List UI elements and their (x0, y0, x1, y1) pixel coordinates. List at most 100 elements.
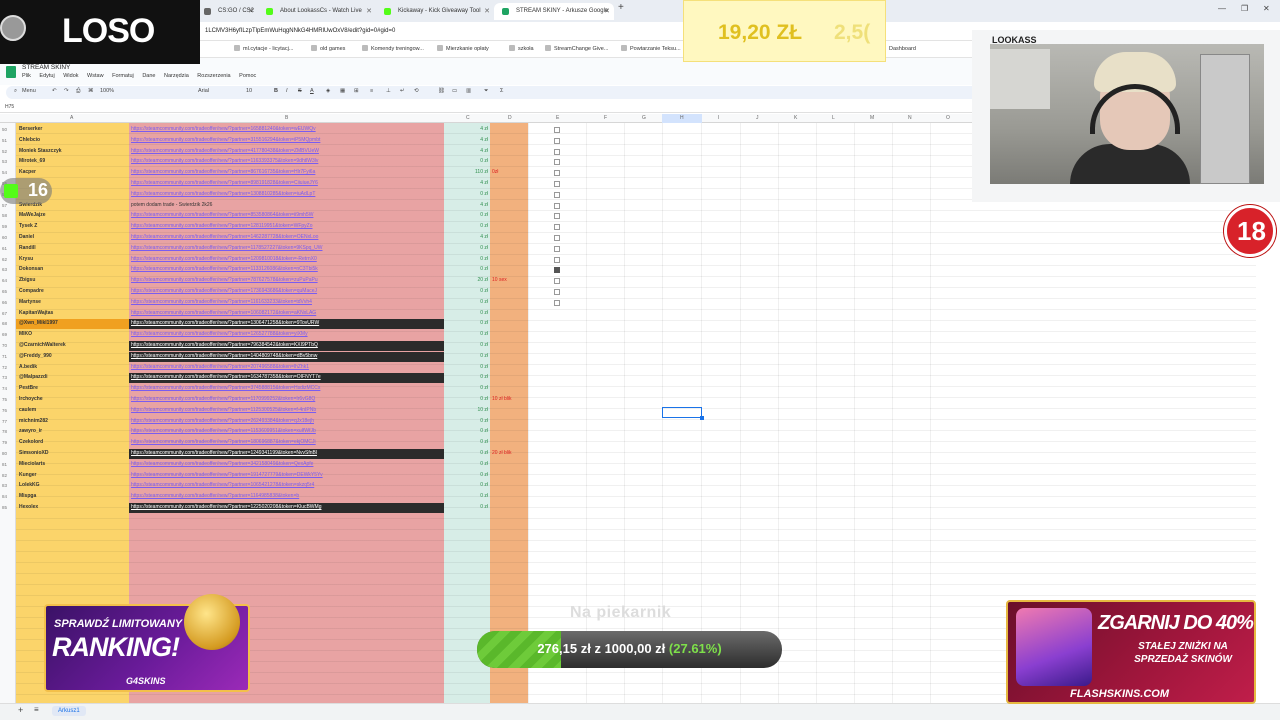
trade-link-cell[interactable]: https://steamcommunity.com/tradeoffer/ne… (131, 364, 309, 370)
close-icon[interactable]: ✕ (366, 3, 372, 20)
bold-icon[interactable]: B (274, 88, 278, 94)
table-row[interactable]: 76 caulem https://steamcommunity.com/trade… (0, 406, 600, 416)
trade-link-cell[interactable]: https://steamcommunity.com/tradeoffer/ne… (131, 191, 315, 197)
trade-link-cell[interactable]: https://steamcommunity.com/tradeoffer/ne… (131, 266, 318, 272)
checkbox[interactable] (554, 245, 560, 252)
wrap-icon[interactable]: ↵ (400, 88, 405, 94)
trade-link-cell[interactable]: https://steamcommunity.com/tradeoffer/ne… (131, 223, 312, 229)
amount-cell[interactable]: 0 zł (444, 439, 488, 445)
table-row[interactable]: 63 Dokonsan https://steamcommunity.com/tra… (0, 265, 600, 275)
column-header[interactable]: G (642, 115, 646, 121)
name-cell[interactable]: MaWeJajze (19, 212, 46, 218)
font-size-input[interactable]: 10 (246, 88, 252, 94)
trade-link-cell[interactable]: https://steamcommunity.com/tradeoffer/ne… (131, 461, 313, 467)
amount-cell[interactable]: 0 zł (444, 493, 488, 499)
checkbox[interactable] (554, 289, 560, 295)
menu-file[interactable]: Plik (22, 73, 31, 79)
table-row[interactable]: 73 @Malpazzdi https://steamcommunity.com/t… (0, 373, 600, 384)
amount-cell[interactable]: 4 zł (444, 234, 488, 240)
valign-icon[interactable]: ⊥ (386, 88, 391, 94)
name-cell[interactable]: Randill (19, 245, 36, 251)
functions-icon[interactable]: Σ (500, 88, 503, 94)
menu-edit[interactable]: Edytuj (39, 73, 54, 79)
bookmark[interactable]: old games (311, 45, 345, 52)
row-number[interactable]: 66 (2, 300, 14, 305)
comment-icon[interactable]: ▭ (452, 88, 457, 94)
row-number[interactable]: 71 (2, 354, 14, 359)
trade-link-cell[interactable]: https://steamcommunity.com/tradeoffer/ne… (131, 439, 316, 445)
column-header[interactable]: O (946, 115, 950, 121)
column-header[interactable]: K (794, 115, 797, 121)
column-header[interactable]: L (832, 115, 835, 121)
row-number[interactable]: 83 (2, 483, 14, 488)
row-number[interactable]: 52 (2, 149, 14, 154)
row-number[interactable]: 51 (2, 138, 14, 143)
table-row[interactable]: 56https://steamcommunity.com/tradeoffer/… (0, 190, 600, 200)
amount-cell[interactable]: 0 zł (444, 418, 488, 424)
checkbox[interactable] (554, 213, 560, 220)
browser-tab-active[interactable]: STREAM SKINY - Arkusze Google ✕ (494, 3, 614, 20)
name-cell[interactable]: SimsonioXD (19, 450, 48, 456)
merge-icon[interactable]: ⊞ (354, 88, 359, 94)
undo-icon[interactable]: ↶ (52, 88, 57, 94)
checkbox[interactable] (554, 224, 560, 231)
amount-cell[interactable]: 20 zł (444, 277, 488, 283)
amount-cell[interactable]: 0 zł (444, 461, 488, 467)
minimize-icon[interactable]: — (1218, 4, 1226, 13)
strikethrough-icon[interactable]: S (298, 88, 302, 94)
sheets-logo-icon[interactable] (6, 66, 16, 78)
amount-cell[interactable]: 0 zł (444, 504, 488, 510)
row-number[interactable]: 76 (2, 408, 14, 413)
amount-cell[interactable]: 4 zł (444, 137, 488, 143)
row-number[interactable]: 73 (2, 375, 14, 380)
name-cell[interactable]: Chlebcio (19, 137, 40, 143)
menu-format[interactable]: Formatuj (112, 73, 134, 79)
row-number[interactable]: 85 (2, 505, 14, 510)
chart-icon[interactable]: ▥ (466, 88, 471, 94)
note-cell[interactable]: 10 sex (492, 277, 507, 283)
amount-cell[interactable]: 0 zł (444, 245, 488, 251)
text-color-icon[interactable]: A (310, 88, 314, 94)
table-row[interactable]: 77 michnim282 https://steamcommunity.com/t… (0, 417, 600, 427)
table-row[interactable]: 78 zawyro_ir https://steamcommunity.com/tr… (0, 427, 600, 437)
checkbox[interactable] (554, 191, 560, 198)
note-cell[interactable]: 20 zł blik (492, 450, 511, 456)
maximize-icon[interactable]: ❐ (1241, 4, 1248, 13)
table-row[interactable]: 79 Czekolord https://steamcommunity.com/tr… (0, 438, 600, 448)
row-number[interactable]: 84 (2, 494, 14, 499)
selected-cell[interactable] (662, 407, 704, 420)
checkbox[interactable] (554, 148, 560, 155)
note-cell[interactable]: 0zł (492, 169, 498, 175)
name-cell[interactable]: Zbigsu (19, 277, 35, 283)
trade-link-cell[interactable]: https://steamcommunity.com/tradeoffer/ne… (131, 148, 319, 154)
trade-link-cell[interactable]: https://steamcommunity.com/tradeoffer/ne… (131, 299, 312, 305)
row-number[interactable]: 74 (2, 386, 14, 391)
table-row[interactable]: 50 Berserker https://steamcommunity.com/tr… (0, 125, 600, 135)
trade-link-cell[interactable]: https://steamcommunity.com/tradeoffer/ne… (131, 310, 316, 316)
row-number[interactable]: 78 (2, 429, 14, 434)
trade-link-cell[interactable]: potem dodam trade - Swierdzik 2k26 (131, 202, 212, 208)
trade-link-cell[interactable]: https://steamcommunity.com/tradeoffer/ne… (131, 320, 319, 326)
checkbox[interactable] (554, 235, 560, 241)
name-cell[interactable]: @Freddy_990 (19, 353, 52, 359)
name-cell[interactable]: Mieciolarts (19, 461, 45, 467)
sheet-tab[interactable]: Arkusz1 (52, 706, 86, 716)
table-row[interactable]: 65 Compadre https://steamcommunity.com/tra… (0, 287, 600, 297)
rotate-icon[interactable]: ⟲ (414, 88, 419, 94)
bookmark[interactable]: Komendy treningow... (362, 45, 424, 52)
new-tab-icon[interactable]: + (618, 2, 624, 13)
table-row[interactable]: 74 PestBre https://steamcommunity.com/trad… (0, 384, 600, 394)
checkbox[interactable] (554, 256, 560, 263)
amount-cell[interactable]: 4 zł (444, 126, 488, 132)
table-row[interactable]: 82 Kunger https://steamcommunity.com/trade… (0, 471, 600, 481)
name-cell[interactable]: Martynse (19, 299, 41, 305)
table-row[interactable]: 85 Hexolex https://steamcommunity.com/trad… (0, 503, 600, 513)
italic-icon[interactable]: I (286, 88, 288, 94)
trade-link-cell[interactable]: https://steamcommunity.com/tradeoffer/ne… (131, 158, 318, 164)
row-number[interactable]: 79 (2, 440, 14, 445)
table-row[interactable]: 51 Chlebcio https://steamcommunity.com/tra… (0, 136, 600, 146)
name-cell[interactable]: Moniek Staszczyk (19, 148, 62, 154)
trade-link-cell[interactable]: https://steamcommunity.com/tradeoffer/ne… (131, 234, 318, 240)
name-cell[interactable]: Mispga (19, 493, 36, 499)
name-cell[interactable]: Daniel (19, 234, 34, 240)
